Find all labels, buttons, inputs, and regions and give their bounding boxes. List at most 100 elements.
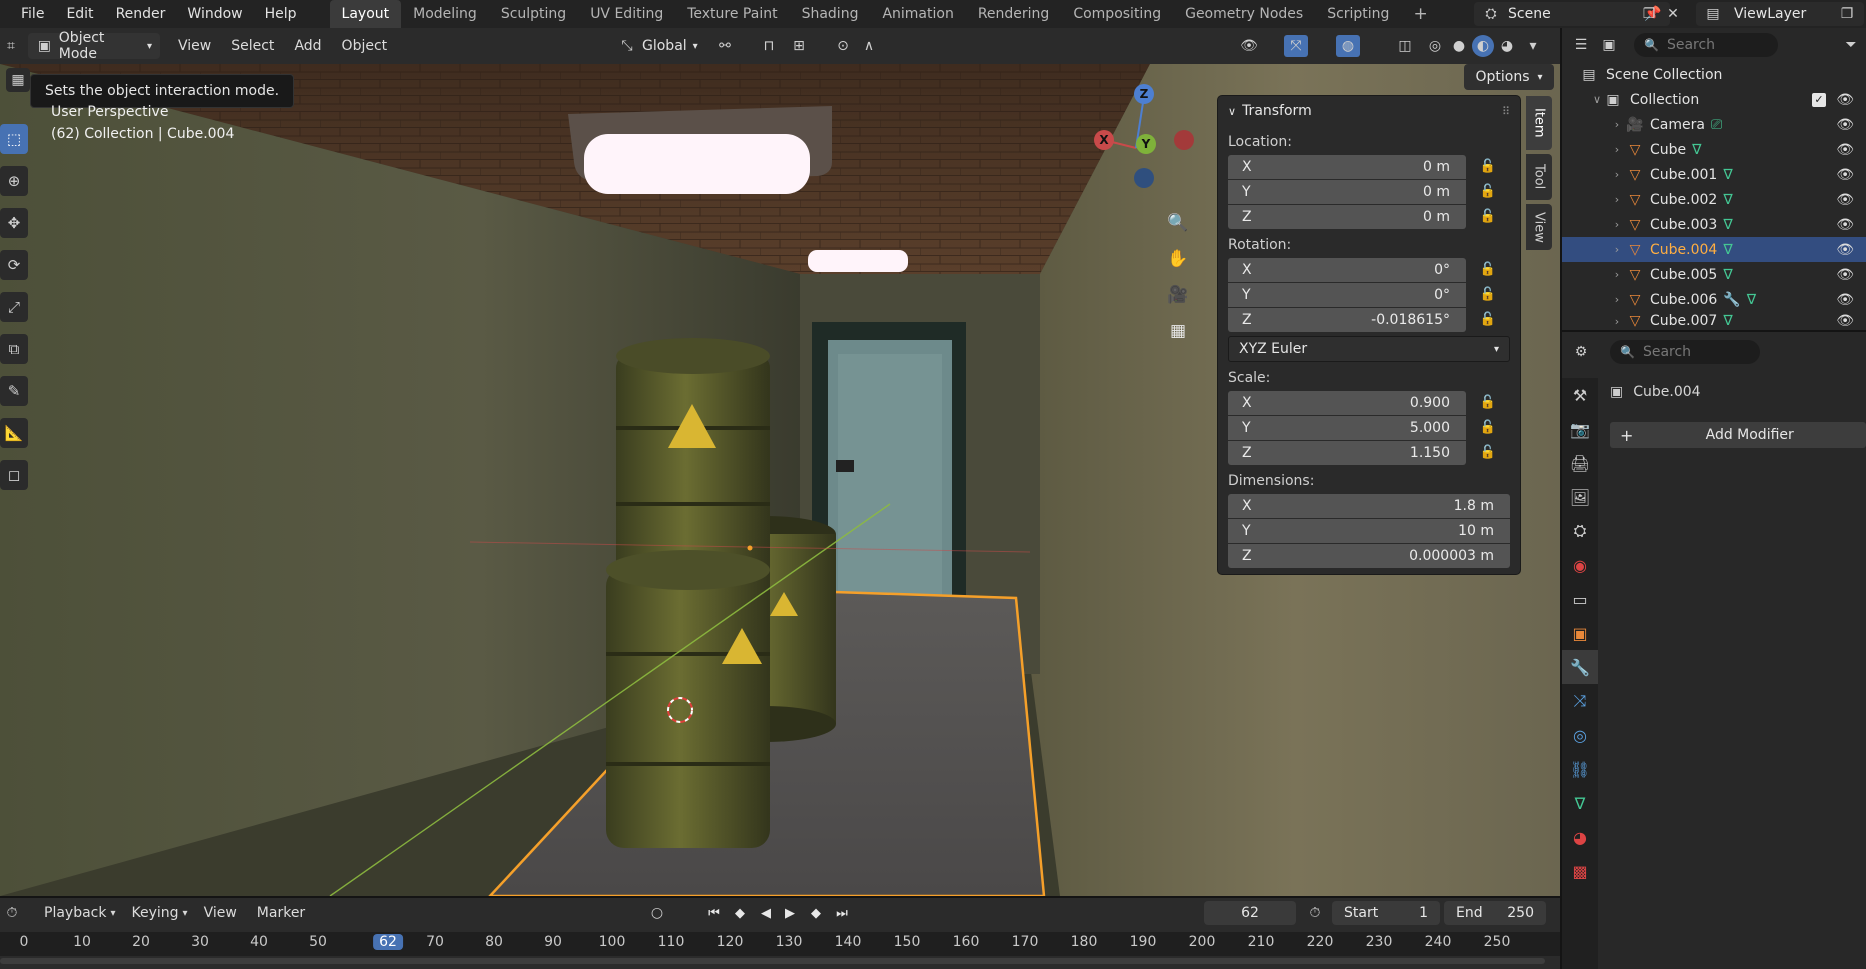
eye-icon[interactable]: 👁 [1836,217,1854,233]
dimensions-x-field[interactable]: X 1.8 m [1228,493,1510,518]
rotation-y-field[interactable]: Y 0° [1228,282,1466,307]
material-tab-icon[interactable]: ◕ [1562,820,1598,854]
rotation-x-field[interactable]: X 0° [1228,257,1466,282]
gizmo-neg-x-axis[interactable] [1174,130,1194,150]
location-x-field[interactable]: X 0 m [1228,154,1466,179]
menu-marker[interactable]: Marker [247,905,315,921]
tab-rendering[interactable]: Rendering [966,0,1062,28]
location-z-field[interactable]: Z 0 m [1228,204,1466,229]
options-button[interactable]: Options ▾ [1464,64,1554,90]
new-view-layer-icon[interactable]: ❐ [1838,5,1856,23]
properties-editor-icon[interactable]: ⚙ [1572,343,1590,361]
solid-shading-icon[interactable]: ● [1450,37,1468,55]
menu-render[interactable]: Render [105,0,177,28]
zoom-icon[interactable]: 🔍 [1163,208,1193,238]
tab-sculpting[interactable]: Sculpting [489,0,578,28]
tab-item[interactable]: Item [1526,96,1552,150]
chevron-right-icon[interactable]: › [1610,168,1624,181]
add-workspace-button[interactable]: + [1401,0,1439,28]
filter-icon[interactable]: ⏷ [1842,36,1860,54]
collection-tab-icon[interactable]: ▭ [1562,582,1598,616]
menu-object[interactable]: Object [332,38,398,54]
outliner-search-input[interactable]: 🔍 Search [1634,33,1778,57]
material-shading-icon[interactable]: ◐ [1472,35,1494,57]
eye-icon[interactable]: 👁 [1836,167,1854,183]
clock-icon[interactable]: ⏱ [1306,904,1324,922]
outliner-item-cube-003[interactable]: › ▽ Cube.003 ∇ 👁 [1562,212,1866,237]
rotation-z-field[interactable]: Z -0.018615° [1228,307,1466,332]
menu-window[interactable]: Window [176,0,253,28]
tab-view[interactable]: View [1526,204,1552,250]
chevron-right-icon[interactable]: › [1610,293,1624,306]
particles-tab-icon[interactable]: ⤨ [1562,684,1598,718]
outliner-item-cube-007[interactable]: › ▽ Cube.007 ∇ 👁 [1562,312,1866,330]
lock-icon[interactable]: 🔓 [1466,262,1510,277]
view-layer-tab-icon[interactable]: 🖼 [1562,480,1598,514]
menu-file[interactable]: File [10,0,55,28]
snap-icon[interactable]: ⊓ [760,37,778,55]
navigation-gizmo[interactable]: Z X Y [1090,84,1200,194]
outliner-item-cube-004[interactable]: › ▽ Cube.004 ∇ 👁 [1562,237,1866,262]
eye-icon[interactable]: 👁 [1836,117,1854,133]
object-tab-icon[interactable]: ▣ [1562,616,1598,650]
chevron-right-icon[interactable]: › [1610,218,1624,231]
properties-search-input[interactable]: 🔍 Search [1610,340,1760,364]
select-mode-icon[interactable]: ▦ [6,68,30,92]
visibility-icon[interactable]: 👁 [1240,37,1258,55]
chevron-down-icon[interactable]: ∨ [1590,93,1604,106]
texture-tab-icon[interactable]: ▩ [1562,854,1598,888]
start-frame-field[interactable]: Start 1 [1332,901,1440,925]
collection-row[interactable]: ∨ ▣ Collection ✓ 👁 [1562,87,1866,112]
gizmo-y-axis[interactable]: Y [1136,134,1156,154]
add-cube-tool-icon[interactable]: ◻ [0,460,28,490]
eye-icon[interactable]: 👁 [1836,267,1854,283]
outliner-item-cube-001[interactable]: › ▽ Cube.001 ∇ 👁 [1562,162,1866,187]
chevron-right-icon[interactable]: › [1610,243,1624,256]
lock-icon[interactable]: 🔓 [1466,209,1510,224]
location-y-field[interactable]: Y 0 m [1228,179,1466,204]
eye-icon[interactable]: 👁 [1836,92,1854,108]
checkbox-icon[interactable]: ✓ [1812,92,1826,107]
scene-tab-icon[interactable]: ⛭ [1562,514,1598,548]
world-tab-icon[interactable]: ◉ [1562,548,1598,582]
tab-tool[interactable]: Tool [1526,154,1552,200]
auto-keying-icon[interactable]: ○ [648,904,666,922]
tab-texture-paint[interactable]: Texture Paint [675,0,789,28]
eye-icon[interactable]: 👁 [1836,292,1854,308]
output-tab-icon[interactable]: 🖨 [1562,446,1598,480]
menu-playback[interactable]: Playback [34,905,116,921]
tab-geometry-nodes[interactable]: Geometry Nodes [1173,0,1315,28]
chevron-right-icon[interactable]: › [1610,193,1624,206]
menu-keying[interactable]: Keying [122,905,189,921]
scale-tool-icon[interactable]: ⤢ [0,292,28,322]
editor-type-icon[interactable]: ⌗ [0,37,22,55]
drag-handle-icon[interactable]: ⠿ [1502,105,1510,118]
move-tool-icon[interactable]: ✥ [0,208,28,238]
lock-icon[interactable]: 🔓 [1466,420,1510,435]
annotate-tool-icon[interactable]: ✎ [0,376,28,406]
jump-start-icon[interactable]: ⏮ [702,901,726,925]
lock-icon[interactable]: 🔓 [1466,445,1510,460]
gizmo-neg-z-axis[interactable] [1134,168,1154,188]
scale-z-field[interactable]: Z 1.150 [1228,440,1466,465]
lock-icon[interactable]: 🔓 [1466,287,1510,302]
outliner-editor-icon[interactable]: ☰ [1572,36,1590,54]
menu-view[interactable]: View [168,38,221,54]
data-tab-icon[interactable]: ∇ [1562,786,1598,820]
timeline-scrollbar[interactable] [0,958,1545,964]
transform-header[interactable]: ∨ Transform ⠿ [1218,96,1520,126]
modifier-tab-icon[interactable]: 🔧 [1562,650,1598,684]
view-layer-selector[interactable]: ▤ ViewLayer ❐ [1696,2,1864,26]
current-frame-field[interactable]: 62 [1204,901,1296,925]
menu-select[interactable]: Select [221,38,284,54]
tab-animation[interactable]: Animation [870,0,965,28]
chevron-right-icon[interactable]: › [1610,268,1624,281]
eye-icon[interactable]: 👁 [1836,142,1854,158]
lock-icon[interactable]: 🔓 [1466,184,1510,199]
tab-scripting[interactable]: Scripting [1315,0,1401,28]
menu-add[interactable]: Add [284,38,331,54]
blender-logo-icon[interactable] [0,5,10,23]
transform-tool-icon[interactable]: ⧉ [0,334,28,364]
menu-help[interactable]: Help [254,0,308,28]
eye-icon[interactable]: 👁 [1836,242,1854,258]
